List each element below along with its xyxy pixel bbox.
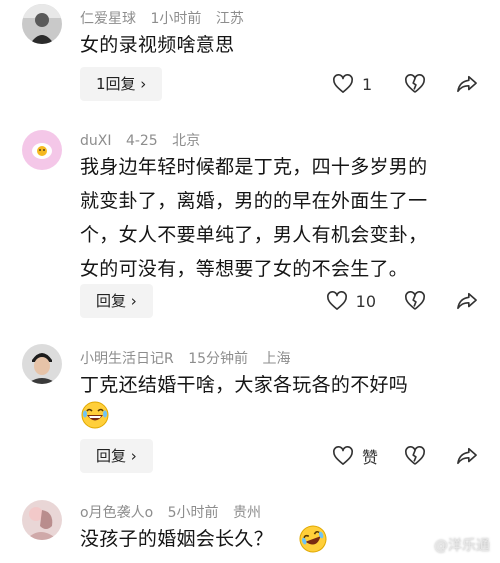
dislike-button[interactable] [404,74,426,94]
comment-text-line: 我身边年轻时候都是丁克，四十多岁男的 [80,156,428,178]
comment-text: 我身边年轻时候都是丁克，四十多岁男的 就变卦了，离婚，男的的早在外面生了一 个，… [80,150,490,286]
username[interactable]: 小明生活日记R [80,351,174,367]
comment-meta: 仁爱星球 1小时前 江苏 [80,8,254,28]
reply-button[interactable]: 回复 › [80,284,153,318]
laughing-emoji-icon [81,401,109,429]
like-count: 1 [362,74,373,94]
broken-heart-icon [405,446,425,465]
comment-text-line: 就变卦了，离婚，男的的早在外面生了一 [80,190,428,212]
avatar[interactable] [22,4,62,44]
like-label: 赞 [361,448,378,467]
comment-text: 没孩子的婚姻会长久？ [80,528,274,550]
avatar[interactable] [22,130,62,170]
comment-text: 女的录视频啥意思 [80,34,235,56]
reply-button[interactable]: 1回复 › [80,67,163,101]
comment-text-line: 女的可没有，等想要了女的不会生了。 [80,258,409,280]
watermark: @洋乐通 [434,538,490,554]
username[interactable]: 仁爱星球 [80,11,136,27]
comment-meta: o月色袭人o 5小时前 贵州 [80,502,271,522]
location: 上海 [262,351,291,367]
timestamp: 4-25 [125,133,158,149]
username[interactable]: o月色袭人o [80,505,153,521]
share-icon [457,75,477,93]
comment-actions: 10 [306,284,478,318]
comment-text: 丁克还结婚干啥，大家各玩各的不好吗 [80,374,409,396]
broken-heart-icon [405,74,425,93]
heart-icon [326,291,347,310]
location: 北京 [172,133,201,149]
comment-meta: duXI 4-25 北京 [80,130,210,150]
dislike-button[interactable] [404,446,426,466]
share-button[interactable] [456,446,478,466]
share-button[interactable] [456,74,478,94]
location: 江苏 [215,11,244,27]
avatar[interactable] [22,344,62,384]
avatar[interactable] [22,500,62,540]
comment-text-line: 个，女人不要单纯了，男人有机会变卦， [80,224,428,246]
share-button[interactable] [456,291,478,311]
comment-actions: 1 [312,67,478,101]
share-icon [457,447,477,465]
heart-icon [333,74,353,93]
comment-meta: 小明生活日记R 15分钟前 上海 [80,348,300,368]
timestamp: 1小时前 [150,11,202,27]
like-button[interactable]: 1 [332,74,374,94]
dislike-button[interactable] [404,291,426,311]
location: 贵州 [232,505,261,521]
broken-heart-icon [405,291,425,310]
timestamp: 5小时前 [167,505,219,521]
reply-button[interactable]: 回复 › [80,439,153,473]
laughing-emoji-icon [299,525,327,553]
username[interactable]: duXI [80,133,111,149]
comment-actions: 赞 [312,439,478,473]
like-button[interactable]: 赞 [332,444,378,468]
timestamp: 15分钟前 [188,351,249,367]
share-icon [457,292,477,310]
like-count: 10 [355,291,376,311]
like-button[interactable]: 10 [326,291,376,311]
heart-icon [333,446,353,465]
